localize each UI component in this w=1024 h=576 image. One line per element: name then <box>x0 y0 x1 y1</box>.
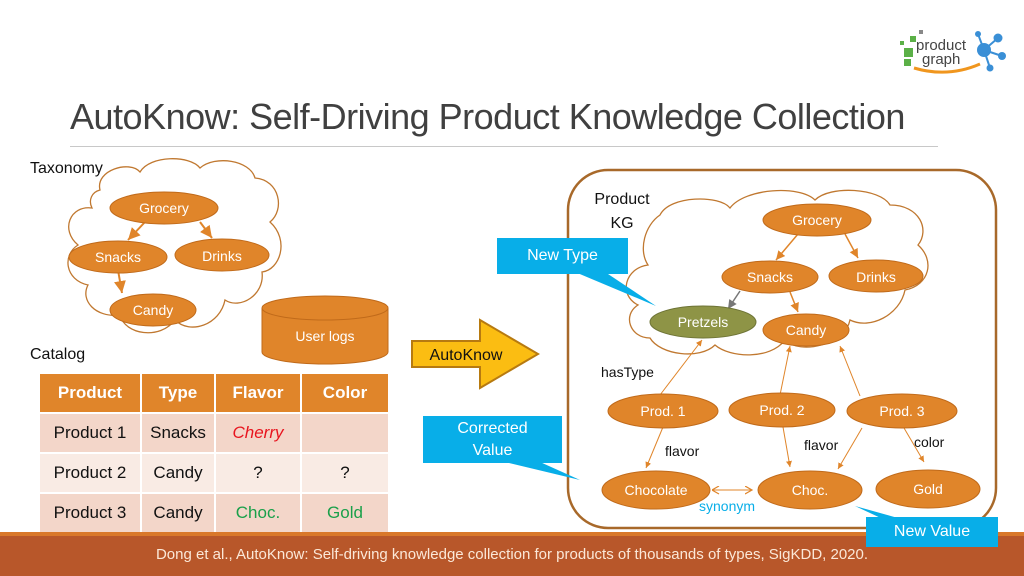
cell-type: Candy <box>142 494 214 532</box>
kg-node-snacks: Snacks <box>721 260 819 294</box>
new-value-callout: New Value <box>866 517 998 547</box>
kg-node-pretzels-new: Pretzels <box>649 305 757 339</box>
edge-label-hastype: hasType <box>601 364 654 380</box>
cell-type: Candy <box>142 454 214 492</box>
svg-text:Snacks: Snacks <box>747 269 793 285</box>
kg-node-chocolate: Chocolate <box>601 470 711 510</box>
table-row: Product 1 Snacks Cherry <box>40 414 388 452</box>
taxonomy-node-snacks: Snacks <box>68 240 168 274</box>
cell-color: Gold <box>302 494 388 532</box>
edge-label-color: color <box>914 434 945 450</box>
kg-node-prod1: Prod. 1 <box>607 393 719 429</box>
column-header-type: Type <box>142 374 214 412</box>
svg-text:Gold: Gold <box>913 481 943 497</box>
citation-footer: Dong et al., AutoKnow: Self-driving know… <box>155 546 869 563</box>
svg-text:Candy: Candy <box>786 322 826 338</box>
corrected-value-line2: Value <box>472 441 513 459</box>
user-logs-database-icon: User logs <box>261 295 389 365</box>
svg-text:Drinks: Drinks <box>202 248 242 264</box>
taxonomy-node-drinks: Drinks <box>174 238 270 272</box>
svg-text:Prod. 2: Prod. 2 <box>759 402 804 418</box>
cell-flavor: ? <box>216 454 300 492</box>
svg-text:Chocolate: Chocolate <box>624 482 687 498</box>
catalog-table: Product Type Flavor Color Product 1 Snac… <box>38 372 390 534</box>
table-row: Product 3 Candy Choc. Gold <box>40 494 388 532</box>
column-header-color: Color <box>302 374 388 412</box>
new-type-callout-text: New Type <box>527 247 598 264</box>
kg-node-drinks: Drinks <box>828 259 924 293</box>
svg-text:Grocery: Grocery <box>792 212 842 228</box>
user-logs-label: User logs <box>295 328 354 344</box>
edge-label-flavor-1: flavor <box>665 443 700 459</box>
new-type-callout: New Type <box>497 238 628 274</box>
svg-text:Drinks: Drinks <box>856 269 896 285</box>
cell-color: ? <box>302 454 388 492</box>
svg-text:Prod. 3: Prod. 3 <box>879 403 924 419</box>
kg-node-prod2: Prod. 2 <box>728 392 836 428</box>
cell-type: Snacks <box>142 414 214 452</box>
corrected-value-callout: Corrected Value <box>423 416 562 463</box>
cell-product: Product 3 <box>40 494 140 532</box>
column-header-flavor: Flavor <box>216 374 300 412</box>
kg-label-line2: KG <box>610 215 633 232</box>
kg-node-prod3: Prod. 3 <box>846 393 958 429</box>
autoknow-arrow: AutoKnow <box>411 318 540 390</box>
svg-text:Candy: Candy <box>133 302 173 318</box>
cell-flavor: Choc. <box>216 494 300 532</box>
kg-label-line1: Product <box>594 191 650 208</box>
table-row: Product 2 Candy ? ? <box>40 454 388 492</box>
cell-product: Product 2 <box>40 454 140 492</box>
cell-flavor: Cherry <box>216 414 300 452</box>
svg-text:Prod. 1: Prod. 1 <box>640 403 685 419</box>
catalog-label: Catalog <box>30 346 86 363</box>
kg-node-candy: Candy <box>762 313 850 347</box>
catalog-header-row: Product Type Flavor Color <box>40 374 388 412</box>
cell-color <box>302 414 388 452</box>
svg-text:Pretzels: Pretzels <box>678 314 729 330</box>
svg-text:Grocery: Grocery <box>139 200 189 216</box>
taxonomy-node-grocery: Grocery <box>109 191 219 225</box>
column-header-product: Product <box>40 374 140 412</box>
svg-text:Snacks: Snacks <box>95 249 141 265</box>
kg-node-choc: Choc. <box>757 470 863 510</box>
autoknow-label: AutoKnow <box>430 347 503 364</box>
svg-text:Choc.: Choc. <box>792 482 829 498</box>
edge-label-synonym: synonym <box>699 498 755 514</box>
kg-node-gold: Gold <box>875 469 981 509</box>
kg-node-grocery: Grocery <box>762 203 872 237</box>
edge-label-flavor-2: flavor <box>804 437 839 453</box>
cell-product: Product 1 <box>40 414 140 452</box>
new-value-callout-text: New Value <box>893 523 971 540</box>
corrected-value-line1: Corrected <box>457 419 528 437</box>
taxonomy-node-candy: Candy <box>109 293 197 327</box>
